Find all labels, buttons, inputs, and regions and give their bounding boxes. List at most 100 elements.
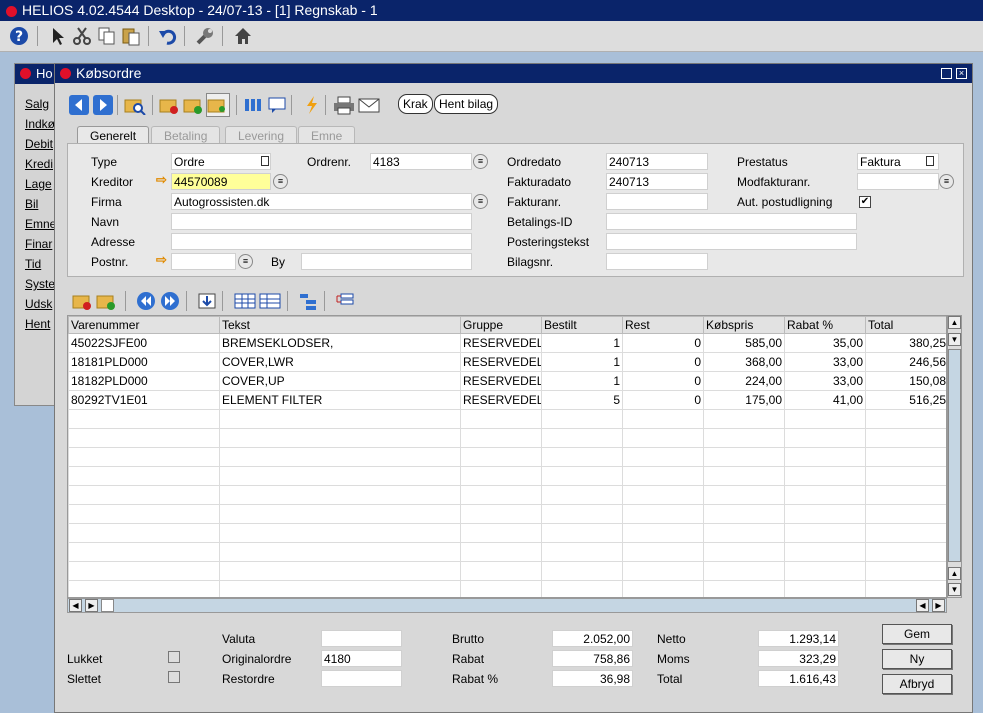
empty-row[interactable] — [68, 504, 946, 524]
lookup-kreditor-button[interactable]: ≡ — [273, 174, 288, 189]
adresse-field[interactable] — [171, 233, 472, 250]
cell-kobspris[interactable]: 224,00 — [703, 371, 785, 391]
menu-item-finans[interactable]: Finar — [25, 237, 52, 251]
tab-levering[interactable]: Levering — [225, 126, 298, 144]
cell-total[interactable]: 516,25 — [865, 390, 946, 410]
horizontal-scrollbar[interactable]: ◀ ▶ ◀ ▶ — [67, 598, 947, 613]
fakturanr-field[interactable] — [606, 193, 708, 210]
firma-field[interactable]: Autogrossisten.dk — [171, 193, 472, 210]
cell-rabat[interactable]: 41,00 — [784, 390, 866, 410]
column-header-kobspris[interactable]: Købspris — [703, 316, 785, 334]
cut-icon[interactable] — [70, 24, 94, 48]
type-select[interactable]: Ordre — [171, 153, 271, 170]
email-icon[interactable] — [357, 93, 381, 117]
grid-view-icon[interactable] — [233, 289, 257, 313]
folder-search-icon[interactable] — [123, 93, 147, 117]
menu-item-indkob[interactable]: Indkø — [25, 117, 55, 131]
modfakturanr-field[interactable] — [857, 173, 939, 190]
cell-bestilt[interactable]: 1 — [541, 371, 623, 391]
scroll-right-page-icon[interactable]: ◀ — [916, 599, 929, 612]
empty-row[interactable] — [68, 466, 946, 486]
first-line-icon[interactable] — [134, 289, 158, 313]
last-line-icon[interactable] — [158, 289, 182, 313]
close-button[interactable]: × — [956, 68, 967, 79]
delete-line-icon[interactable] — [71, 289, 95, 313]
folder-share-icon[interactable] — [206, 93, 230, 117]
table-row[interactable]: 18181PLD000 COVER,LWR RESERVEDEL 1 0 368… — [68, 352, 946, 372]
empty-row[interactable] — [68, 561, 946, 581]
folder-add-icon[interactable] — [182, 93, 206, 117]
print-icon[interactable] — [332, 93, 356, 117]
cell-varenummer[interactable]: 18182PLD000 — [68, 371, 220, 391]
kreditor-field[interactable]: 44570089 — [171, 173, 271, 190]
cell-kobspris[interactable]: 368,00 — [703, 352, 785, 372]
aut-postudligning-checkbox[interactable]: ✔ — [859, 196, 871, 208]
posteringstekst-field[interactable] — [606, 233, 857, 250]
ny-button[interactable]: Ny — [882, 649, 952, 669]
lookup-ordrenr-button[interactable]: ≡ — [473, 154, 488, 169]
scroll-thumb[interactable] — [101, 599, 114, 612]
tab-emne[interactable]: Emne — [298, 126, 356, 144]
scroll-up-page-icon[interactable]: ▼ — [948, 333, 961, 346]
lightning-icon[interactable] — [300, 93, 324, 117]
lookup-modfakturanr-button[interactable]: ≡ — [939, 174, 954, 189]
cell-rest[interactable]: 0 — [622, 333, 704, 353]
home-icon[interactable] — [231, 24, 255, 48]
cell-rest[interactable]: 0 — [622, 371, 704, 391]
empty-row[interactable] — [68, 485, 946, 505]
cell-kobspris[interactable]: 585,00 — [703, 333, 785, 353]
scroll-right-icon[interactable]: ▶ — [932, 599, 945, 612]
cell-varenummer[interactable]: 18181PLD000 — [68, 352, 220, 372]
next-record-icon[interactable] — [91, 93, 115, 117]
table-row[interactable]: 18182PLD000 COVER,UP RESERVEDEL 1 0 224,… — [68, 371, 946, 391]
cell-total[interactable]: 246,56 — [865, 352, 946, 372]
empty-row[interactable] — [68, 580, 946, 597]
postnr-field[interactable] — [171, 253, 236, 270]
gem-button[interactable]: Gem — [882, 624, 952, 644]
lukket-checkbox[interactable] — [168, 651, 180, 663]
cell-gruppe[interactable]: RESERVEDEL — [460, 333, 542, 353]
postnr-link-arrow-icon[interactable]: ⇨ — [156, 252, 167, 268]
wrench-icon[interactable] — [193, 24, 217, 48]
comment-icon[interactable] — [265, 93, 289, 117]
cell-rest[interactable]: 0 — [622, 352, 704, 372]
column-header-bestilt[interactable]: Bestilt — [541, 316, 623, 334]
kreditor-link-arrow-icon[interactable]: ⇨ — [156, 172, 167, 188]
tree-collapse-icon[interactable] — [333, 289, 357, 313]
column-header-rest[interactable]: Rest — [622, 316, 704, 334]
tab-betaling[interactable]: Betaling — [151, 126, 221, 144]
cell-varenummer[interactable]: 45022SJFE00 — [68, 333, 220, 353]
valuta-field[interactable] — [321, 630, 402, 647]
cell-rest[interactable]: 0 — [622, 390, 704, 410]
help-icon[interactable]: ? — [7, 24, 31, 48]
menu-item-udskrift[interactable]: Udsk — [25, 297, 52, 311]
cell-gruppe[interactable]: RESERVEDEL — [460, 390, 542, 410]
ordredato-field[interactable]: 240713 — [606, 153, 708, 170]
afbryd-button[interactable]: Afbryd — [882, 674, 952, 694]
tree-expand-icon[interactable] — [296, 289, 320, 313]
empty-row[interactable] — [68, 542, 946, 562]
paste-icon[interactable] — [119, 24, 143, 48]
slettet-checkbox[interactable] — [168, 671, 180, 683]
column-header-varenummer[interactable]: Varenummer — [68, 316, 220, 334]
menu-item-lager[interactable]: Lage — [25, 177, 52, 191]
scroll-left-icon[interactable]: ◀ — [69, 599, 82, 612]
cell-total[interactable]: 380,25 — [865, 333, 946, 353]
menu-item-tid[interactable]: Tid — [25, 257, 41, 271]
cell-rabat[interactable]: 35,00 — [784, 333, 866, 353]
menu-item-kreditor[interactable]: Kredi — [25, 157, 53, 171]
minimize-button[interactable] — [941, 68, 952, 79]
empty-row[interactable] — [68, 447, 946, 467]
menu-item-hent[interactable]: Hent — [25, 317, 50, 331]
vertical-scrollbar[interactable]: ▲ ▼ ▲ ▼ — [947, 315, 962, 598]
cell-gruppe[interactable]: RESERVEDEL — [460, 371, 542, 391]
menu-item-salg[interactable]: Salg — [25, 97, 49, 111]
menu-item-system[interactable]: Syste — [25, 277, 55, 291]
cell-bestilt[interactable]: 1 — [541, 352, 623, 372]
insert-line-icon[interactable] — [195, 289, 219, 313]
restordre-field[interactable] — [321, 670, 402, 687]
cell-tekst[interactable]: ELEMENT FILTER — [219, 390, 461, 410]
previous-record-icon[interactable] — [67, 93, 91, 117]
cell-rabat[interactable]: 33,00 — [784, 352, 866, 372]
column-header-tekst[interactable]: Tekst — [219, 316, 461, 334]
